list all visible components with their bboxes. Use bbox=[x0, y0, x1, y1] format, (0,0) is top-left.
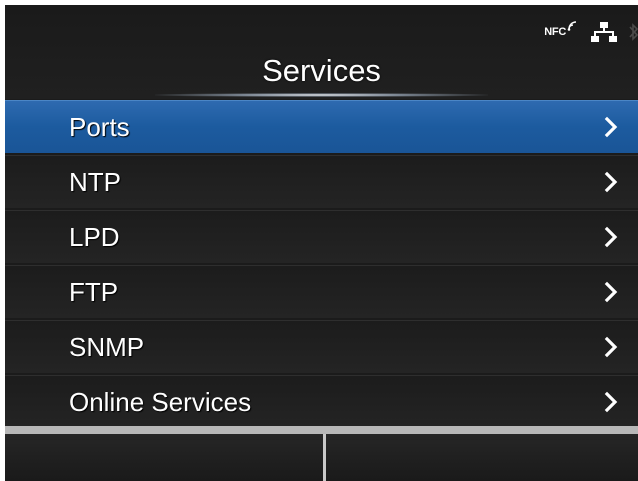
chevron-right-icon bbox=[604, 336, 618, 358]
chevron-right-icon bbox=[604, 171, 618, 193]
menu-item-ftp[interactable]: FTP bbox=[5, 265, 638, 318]
menu-item-ntp[interactable]: NTP bbox=[5, 155, 638, 208]
nfc-waves-icon bbox=[567, 21, 577, 31]
menu-item-snmp[interactable]: SNMP bbox=[5, 320, 638, 373]
menu-item-label: NTP bbox=[69, 167, 121, 197]
nfc-label: NFC bbox=[544, 26, 566, 38]
header: NFC Services bbox=[5, 5, 638, 99]
title-underline bbox=[155, 93, 488, 97]
menu-item-label: Online Services bbox=[69, 387, 252, 417]
softkey-bar bbox=[5, 426, 638, 481]
menu-item-ports[interactable]: Ports bbox=[5, 100, 638, 153]
menu-item-lpd[interactable]: LPD bbox=[5, 210, 638, 263]
network-icon bbox=[591, 22, 617, 42]
bluetooth-icon bbox=[629, 23, 638, 41]
chevron-right-icon bbox=[604, 281, 618, 303]
chevron-right-icon bbox=[604, 391, 618, 413]
services-menu: Ports NTP LPD FTP SNMP Online Services bbox=[5, 100, 638, 430]
menu-item-label: Ports bbox=[69, 112, 130, 142]
softkey-left[interactable] bbox=[5, 434, 326, 481]
menu-item-label: FTP bbox=[69, 277, 119, 307]
menu-item-label: SNMP bbox=[69, 332, 145, 362]
chevron-right-icon bbox=[604, 116, 618, 138]
nfc-icon: NFC bbox=[544, 21, 579, 38]
printer-screen: NFC Services Ports NTP LPD FTP SNMP Onli… bbox=[5, 5, 638, 481]
softkey-right[interactable] bbox=[326, 434, 638, 481]
page-title: Services bbox=[262, 53, 381, 88]
menu-item-online-services[interactable]: Online Services bbox=[5, 375, 638, 428]
chevron-right-icon bbox=[604, 226, 618, 248]
menu-item-label: LPD bbox=[69, 222, 120, 252]
status-icons: NFC bbox=[544, 19, 638, 45]
